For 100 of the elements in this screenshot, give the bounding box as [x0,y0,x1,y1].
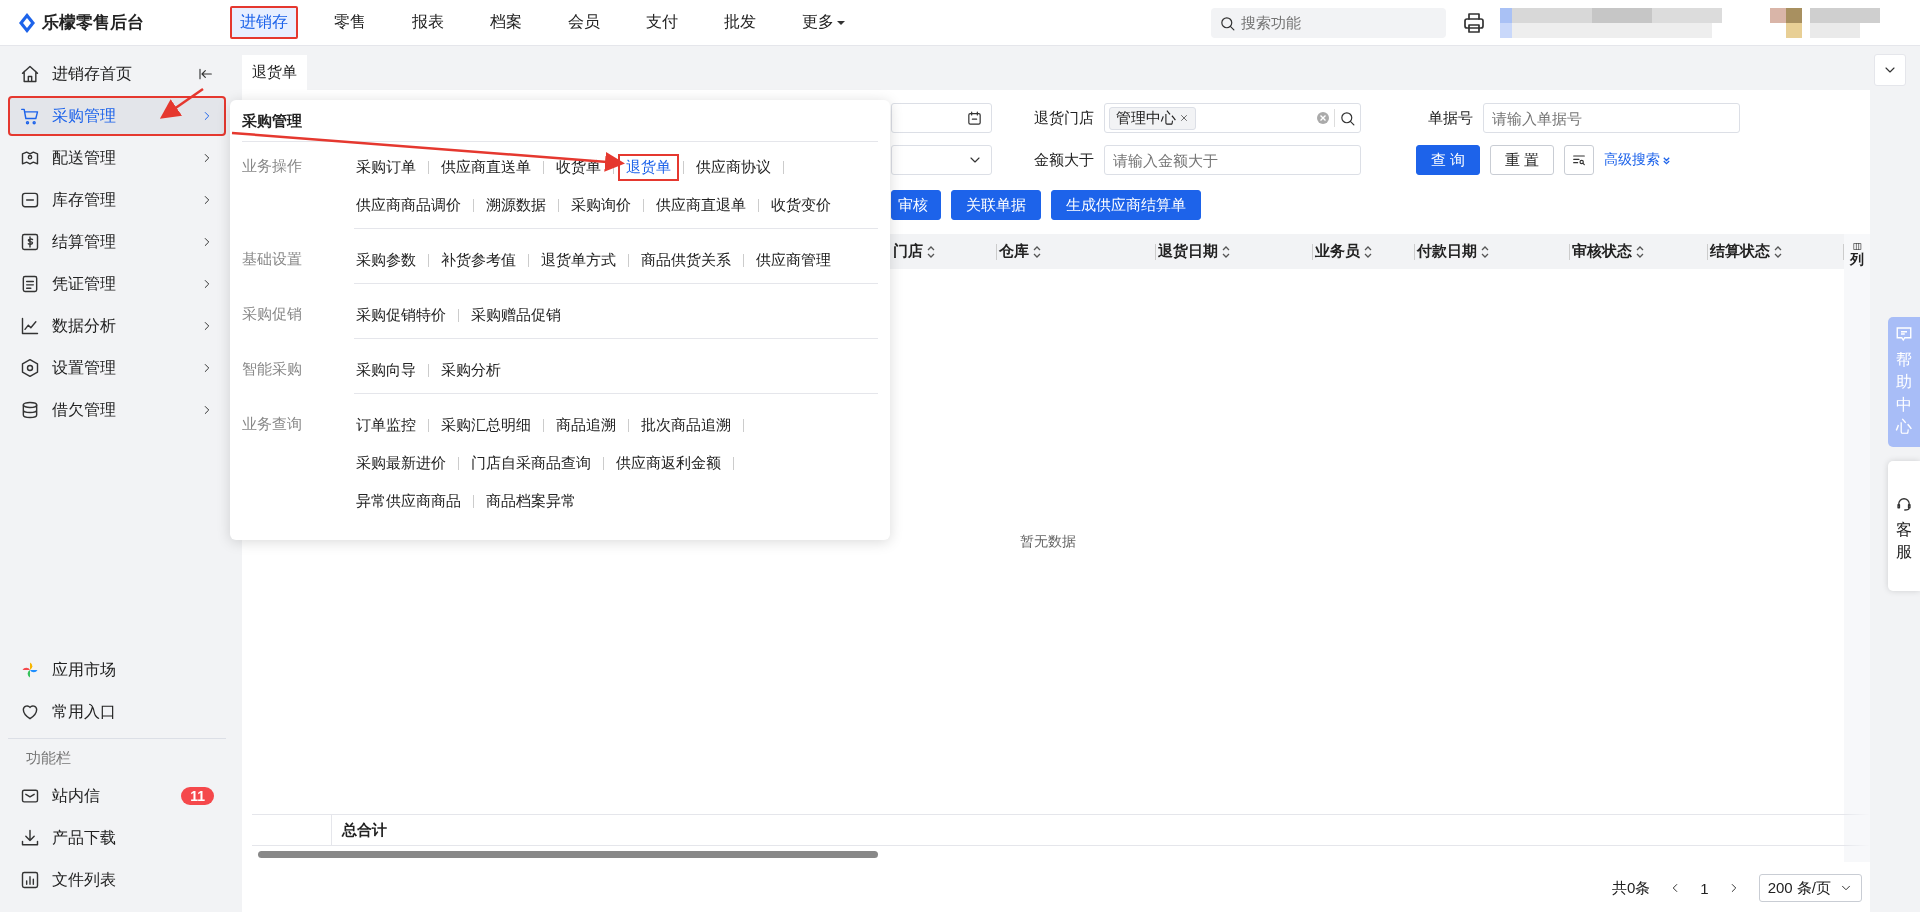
dollar-icon [20,232,40,252]
submenu-item[interactable]: 溯源数据 [478,191,554,219]
nav-tab[interactable]: 零售 [324,6,376,39]
store-field[interactable]: 管理中心 [1104,103,1361,133]
submenu-item[interactable]: 退货单 [618,153,679,181]
sidebar-item[interactable]: 配送管理 [8,138,226,178]
select-field[interactable] [891,145,992,175]
store-tag[interactable]: 管理中心 [1109,106,1196,130]
sidebar-item[interactable]: 文件列表 [8,860,226,900]
submenu-item[interactable]: 供应商直退单 [648,191,754,219]
sidebar-item[interactable]: 站内信 11 [8,776,226,816]
sidebar-item[interactable]: 凭证管理 [8,264,226,304]
nav-tab[interactable]: 档案 [480,6,532,39]
column-header[interactable]: 门店 [893,243,996,260]
sort-icon[interactable] [926,244,936,259]
sidebar-item[interactable]: 产品下载 [8,818,226,858]
nav-tab[interactable]: 支付 [636,6,688,39]
submenu-item[interactable]: 采购促销特价 [354,301,454,329]
sidebar-item[interactable]: 采购管理 [8,96,226,136]
action-button[interactable]: 生成供应商结算单 [1051,190,1201,220]
text-field[interactable]: 请输入金额大于 [1104,145,1361,175]
sidebar-item[interactable]: 设置管理 [8,348,226,388]
advanced-search-link[interactable]: 高级搜索 [1604,151,1672,169]
submenu-item[interactable]: 采购最新进价 [354,449,454,477]
app-title: 乐檬零售后台 [42,12,144,34]
submenu-item[interactable]: 供应商管理 [748,246,839,274]
nav-tab[interactable]: 进销存 [230,6,298,39]
column-header[interactable]: 付款日期 [1417,243,1569,260]
sort-icon[interactable] [1363,244,1373,259]
submenu-item[interactable]: 补货参考值 [433,246,524,274]
submenu-item[interactable]: 采购赠品促销 [463,301,569,329]
map-pin-icon [20,148,40,168]
submenu-group-label: 采购促销 [242,304,303,324]
submenu-item[interactable]: 采购向导 [354,356,424,384]
customer-service-tab[interactable]: 客服 [1888,460,1920,592]
field-label: 退货门店 [1033,108,1095,128]
submenu-item[interactable]: 商品供货关系 [633,246,739,274]
submenu-item[interactable]: 订单监控 [354,411,424,439]
heart-icon [20,702,40,722]
submenu-group-label: 业务查询 [242,414,303,434]
column-settings-button[interactable]: 列 [1844,234,1870,269]
sort-icon[interactable] [1773,244,1783,259]
column-header[interactable]: 业务员 [1315,243,1414,260]
submenu-item[interactable]: 采购汇总明细 [433,411,539,439]
sidebar-item[interactable]: 库存管理 [8,180,226,220]
nav-tab[interactable]: 更多 [792,6,855,39]
submenu-item[interactable]: 批次商品追溯 [633,411,739,439]
submenu-item[interactable]: 供应商商品调价 [354,191,469,219]
submenu-item[interactable]: 门店自采商品查询 [463,449,599,477]
close-icon [1179,113,1189,123]
reset-button[interactable]: 重 置 [1490,145,1555,175]
submenu-item[interactable]: 采购订单 [354,153,424,181]
nav-tab[interactable]: 报表 [402,6,454,39]
double-chevron-icon [1662,155,1672,165]
submenu-item[interactable]: 采购分析 [433,356,509,384]
nav-tab[interactable]: 会员 [558,6,610,39]
sidebar-home-item[interactable]: 进销存首页 [8,54,226,94]
sidebar-item[interactable]: 结算管理 [8,222,226,262]
submenu-item[interactable]: 供应商协议 [688,153,779,181]
submenu-item[interactable]: 退货单方式 [533,246,624,274]
sort-icon[interactable] [1480,244,1490,259]
column-header[interactable]: 审核状态 [1572,243,1707,260]
submenu-item[interactable]: 商品追溯 [548,411,624,439]
section-heading: 功能栏 [8,738,226,774]
database-icon [20,400,40,420]
sidebar-item[interactable]: 借欠管理 [8,390,226,430]
caret-icon [837,19,845,26]
text-field[interactable]: 请输入单据号 [1483,103,1740,133]
box-icon [20,190,40,210]
sidebar-item[interactable]: 应用市场 [8,650,226,690]
sidebar-item[interactable]: 常用入口 [8,692,226,732]
search-field[interactable]: 搜索功能 [1211,7,1446,38]
column-header[interactable]: 退货日期 [1158,243,1312,260]
column-header[interactable]: 结算状态 [1710,243,1843,260]
action-button[interactable]: 审核 [891,190,941,220]
page-number[interactable]: 1 [1700,879,1709,897]
search-icon [1219,14,1236,32]
sort-icon[interactable] [1221,244,1231,259]
page-tab[interactable]: 退货单 [242,55,307,90]
nav-tab[interactable]: 批发 [714,6,766,39]
filter-settings-button[interactable] [1564,145,1595,175]
submenu-item[interactable]: 收货变价 [763,191,839,219]
date-field[interactable] [891,103,992,133]
sidebar-item[interactable]: 数据分析 [8,306,226,346]
action-button[interactable]: 关联单据 [951,190,1041,220]
download-icon [20,828,40,848]
query-button[interactable]: 查 询 [1416,145,1481,175]
submenu-item[interactable]: 供应商返利金额 [608,449,729,477]
submenu-item[interactable]: 采购询价 [563,191,639,219]
submenu-item[interactable]: 供应商直送单 [433,153,539,181]
page-size-select[interactable]: 200 条/页 [1758,874,1862,902]
submenu-item[interactable]: 采购参数 [354,246,424,274]
submenu-group-label: 基础设置 [242,249,303,269]
submenu-item[interactable]: 异常供应商商品 [354,487,469,515]
sort-icon[interactable] [1032,244,1042,259]
submenu-item[interactable]: 商品档案异常 [478,487,584,515]
column-header[interactable]: 仓库 [999,243,1155,260]
scrollbar-thumb[interactable] [258,850,878,858]
sort-icon[interactable] [1635,244,1645,259]
count-badge: 11 [181,787,214,805]
